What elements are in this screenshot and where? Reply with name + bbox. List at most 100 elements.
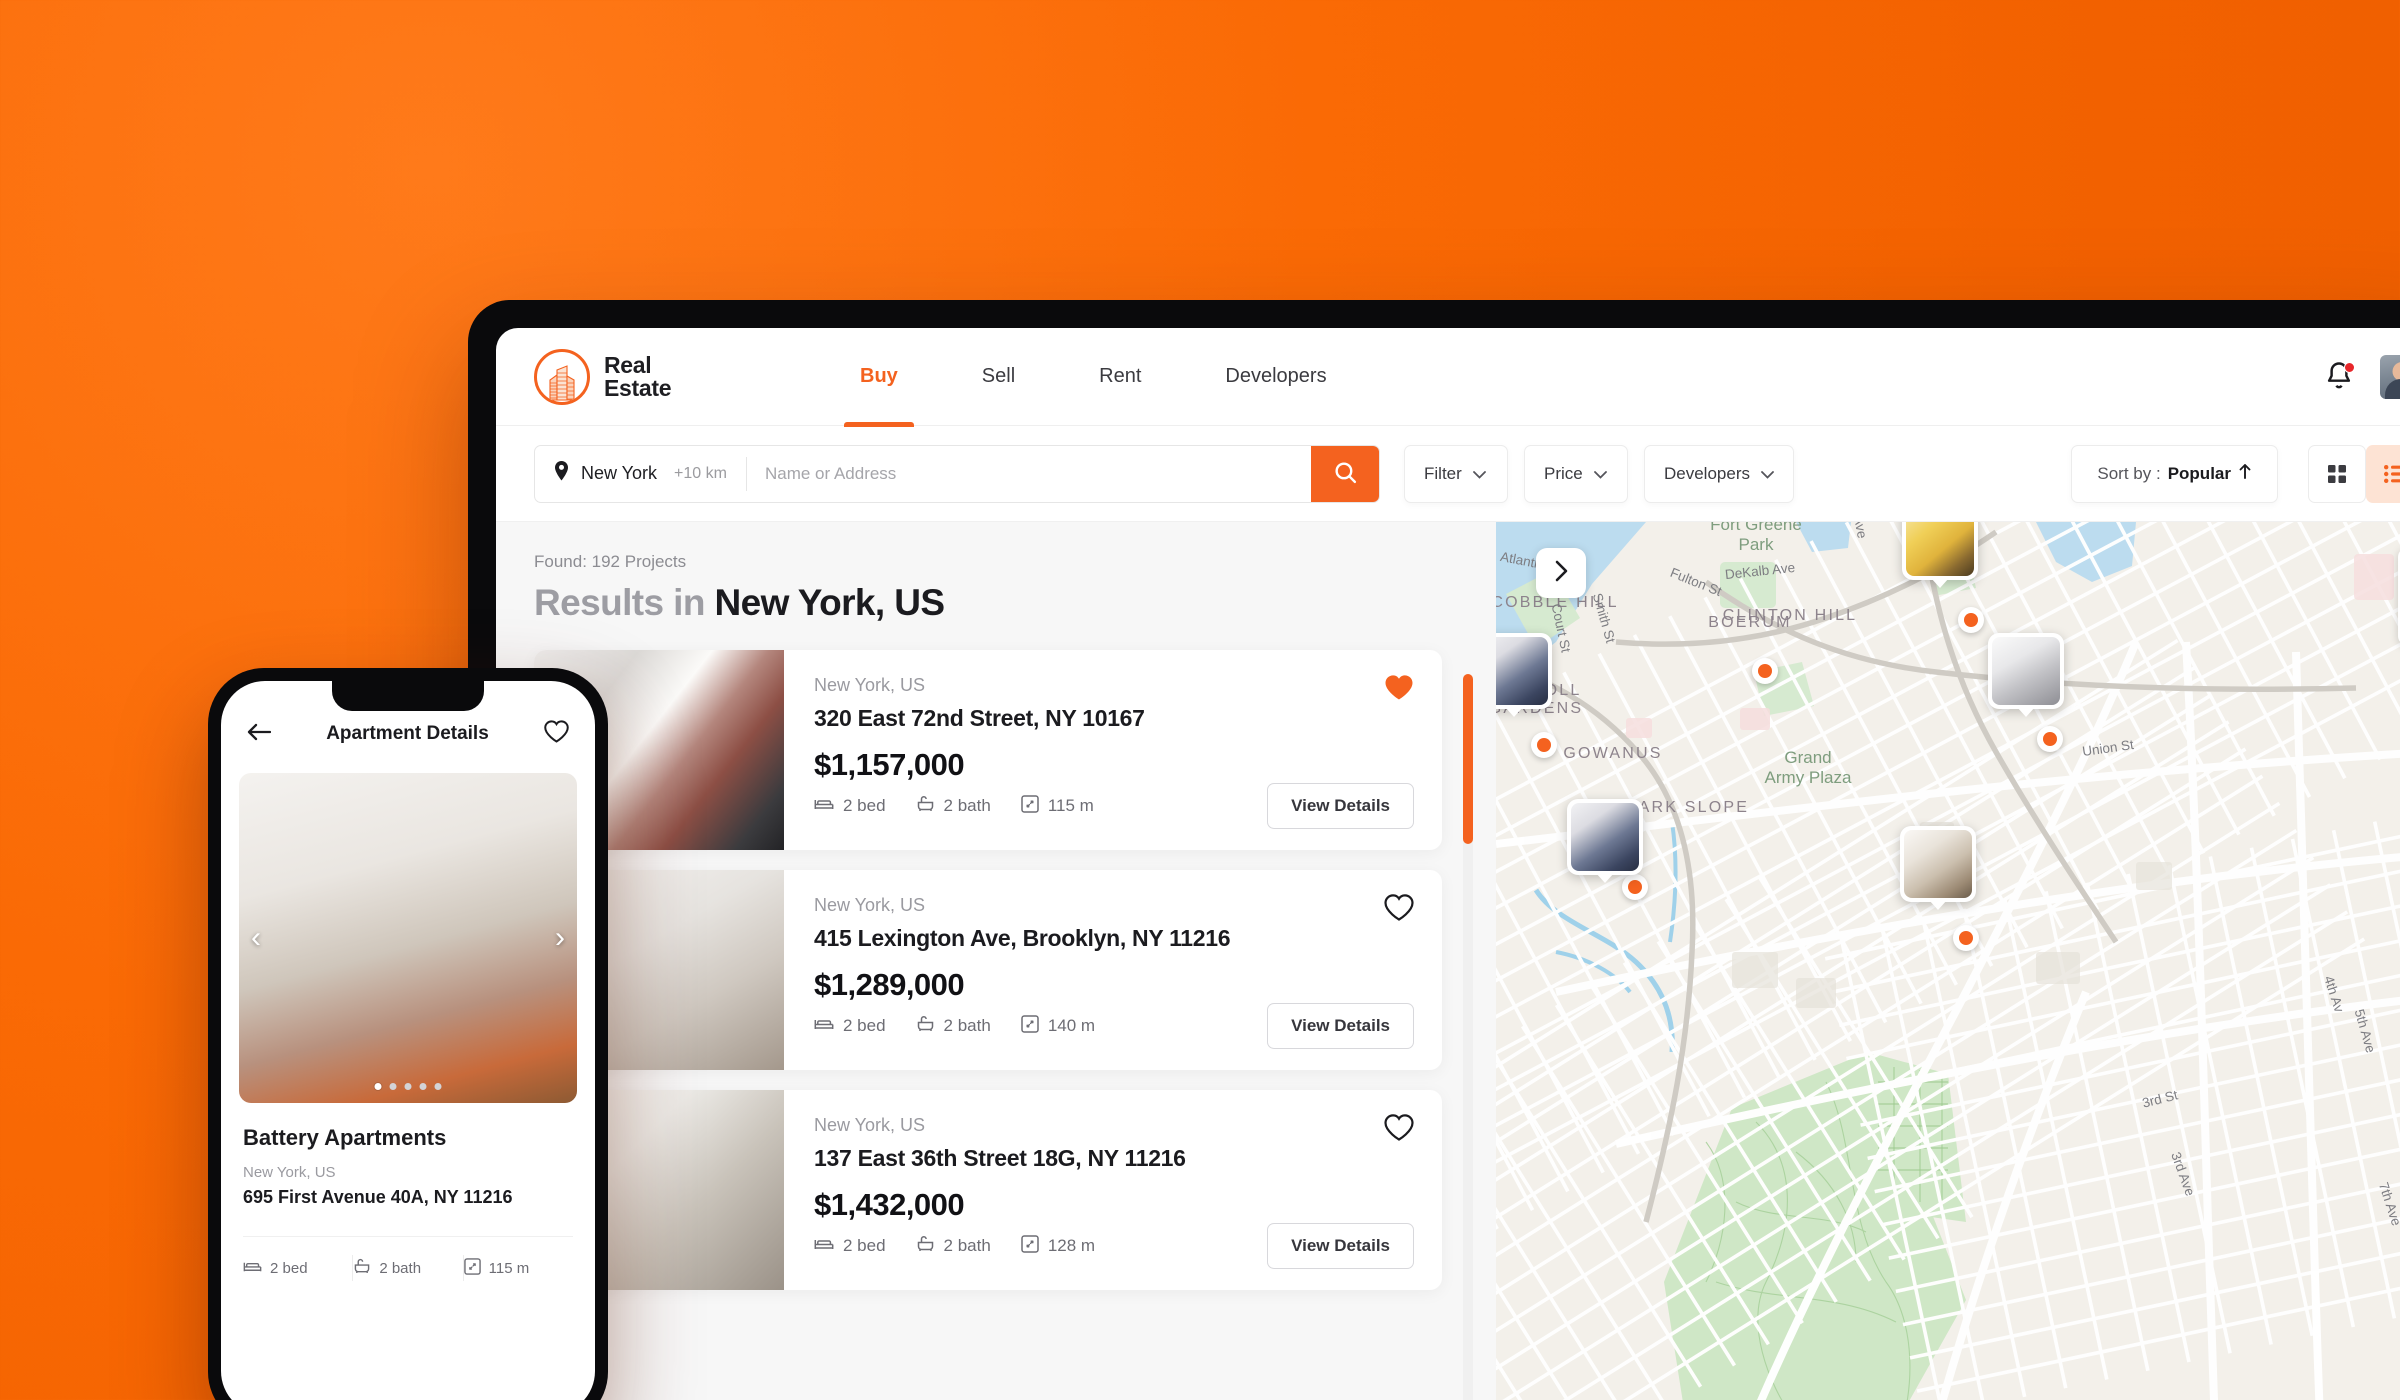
view-details-button[interactable]: View Details <box>1267 783 1414 829</box>
arrow-left-icon[interactable] <box>247 723 272 746</box>
map-pin-icon <box>553 460 570 487</box>
gallery-dot[interactable] <box>404 1083 412 1090</box>
developers-chip[interactable]: Developers <box>1644 444 1794 503</box>
chevron-right-icon <box>1554 560 1568 587</box>
chevron-down-icon <box>1472 464 1486 484</box>
favorite-heart-icon[interactable] <box>1384 674 1414 706</box>
bath-icon <box>353 1258 371 1278</box>
gallery-dot[interactable] <box>374 1083 382 1090</box>
map-pin[interactable] <box>2037 726 2063 752</box>
favorite-heart-icon[interactable] <box>1384 1114 1414 1146</box>
sort-value: Popular <box>2167 463 2231 483</box>
phone-area: 115 m <box>463 1257 573 1279</box>
listing-beds: 2 bed <box>814 1016 886 1037</box>
developers-chip-label: Developers <box>1664 463 1750 483</box>
phone-listing-meta: 2 bed 2 bath 115 m <box>243 1236 573 1281</box>
price-chip[interactable]: Price <box>1524 444 1628 503</box>
listing-beds: 2 bed <box>814 1236 886 1257</box>
listing-card[interactable]: New York, US 137 East 36th Street 18G, N… <box>534 1090 1442 1290</box>
price-chip-label: Price <box>1544 463 1583 483</box>
location-selector[interactable]: New York <box>535 460 674 487</box>
chevron-right-icon[interactable]: › <box>555 923 565 953</box>
listing-baths: 2 bath <box>916 1235 991 1257</box>
listing-city: New York, US <box>814 895 926 915</box>
map-pin[interactable] <box>1953 925 1979 951</box>
map-photo-marker-image <box>1496 637 1548 705</box>
scrollbar-thumb[interactable] <box>1463 674 1473 844</box>
listing-baths: 2 bath <box>916 795 991 817</box>
map-photo-marker-image <box>1906 522 1974 576</box>
listing-baths: 2 bath <box>916 1015 991 1037</box>
gallery-dot[interactable] <box>389 1083 397 1090</box>
phone-photo-gallery[interactable]: ‹ › <box>239 773 577 1103</box>
map-photo-marker[interactable] <box>1988 633 2064 709</box>
map-photo-marker[interactable] <box>1900 826 1976 902</box>
filter-chips: Filter Price Developers <box>1404 444 1794 503</box>
bath-icon <box>916 795 935 817</box>
heart-icon[interactable] <box>544 720 569 748</box>
search-button[interactable] <box>1311 445 1379 502</box>
map-panel[interactable]: DUMBOBROOKLYN NAVY YARDBRIDGE PLAZADOWNT… <box>1496 522 2400 1400</box>
map-pin-dot <box>1537 738 1551 752</box>
filter-chip-label: Filter <box>1424 463 1462 483</box>
listing-price: $1,157,000 <box>814 747 965 782</box>
listing-address: 137 East 36th Street 18G, NY 11216 <box>814 1145 1186 1171</box>
filter-chip[interactable]: Filter <box>1404 444 1508 503</box>
map-photo-marker[interactable] <box>1496 633 1552 709</box>
grid-view-icon[interactable] <box>2308 444 2366 503</box>
brand-logo[interactable]: Real Estate <box>534 348 784 405</box>
view-details-button[interactable]: View Details <box>1267 1223 1414 1269</box>
collapse-map-button[interactable] <box>1536 548 1586 598</box>
map-photo-marker-image <box>1904 830 1972 898</box>
browser-screen: Real Estate Buy Sell Rent Developers New… <box>496 328 2400 1400</box>
phone-listing-info: Battery Apartments New York, US 695 Firs… <box>221 1103 595 1208</box>
bell-icon[interactable] <box>2324 361 2355 393</box>
building-logo-icon <box>534 348 590 405</box>
tab-developers[interactable]: Developers <box>1183 328 1368 426</box>
results-scrollbar[interactable] <box>1463 674 1473 1400</box>
favorite-heart-icon[interactable] <box>1384 894 1414 926</box>
gallery-dot[interactable] <box>419 1083 427 1090</box>
listing-meta: 2 bed 2 bath 128 m View Details <box>814 1223 1414 1269</box>
bath-icon <box>916 1015 935 1037</box>
listing-area: 140 m <box>1021 1014 1095 1038</box>
tab-rent[interactable]: Rent <box>1057 328 1183 426</box>
map-pin[interactable] <box>1531 732 1557 758</box>
sort-by-control[interactable]: Sort by : Popular <box>2071 444 2278 503</box>
map-photo-marker[interactable] <box>1902 522 1978 580</box>
listing-price: $1,432,000 <box>814 1187 965 1222</box>
bed-icon <box>814 1236 834 1257</box>
listing-card[interactable]: New York, US 320 East 72nd Street, NY 10… <box>534 650 1442 850</box>
gallery-dots[interactable] <box>374 1083 442 1090</box>
list-view-icon[interactable] <box>2366 444 2400 503</box>
top-navbar: Real Estate Buy Sell Rent Developers <box>496 328 2400 427</box>
view-details-button[interactable]: View Details <box>1267 1003 1414 1049</box>
map-pin-dot <box>1628 880 1642 894</box>
map-pin-dot <box>1959 931 1973 945</box>
map-pin[interactable] <box>1622 874 1648 900</box>
avatar[interactable] <box>2380 354 2400 399</box>
tab-buy[interactable]: Buy <box>818 328 940 427</box>
bath-icon <box>916 1235 935 1257</box>
tab-sell[interactable]: Sell <box>940 328 1057 426</box>
map-pin[interactable] <box>1752 658 1778 684</box>
area-icon <box>463 1257 481 1279</box>
listing-card[interactable]: New York, US 415 Lexington Ave, Brooklyn… <box>534 870 1442 1070</box>
map-photo-marker[interactable] <box>1567 799 1643 875</box>
map-photo-marker-image <box>1571 803 1639 871</box>
phone-listing-name: Battery Apartments <box>243 1125 447 1150</box>
area-icon <box>1021 1234 1039 1258</box>
listing-info: New York, US 137 East 36th Street 18G, N… <box>784 1090 1442 1290</box>
listing-city: New York, US <box>814 675 926 695</box>
chevron-left-icon[interactable]: ‹ <box>251 923 261 953</box>
map-pin[interactable] <box>1958 607 1984 633</box>
nav-tabs: Buy Sell Rent Developers <box>818 328 1369 427</box>
chevron-down-icon <box>1593 464 1607 484</box>
results-panel: Found: 192 Projects Results in New York,… <box>496 522 1496 1400</box>
bed-icon <box>814 796 834 817</box>
search-field-group: New York +10 km <box>534 444 1380 503</box>
search-input[interactable] <box>746 445 1311 502</box>
search-icon <box>1333 460 1358 488</box>
nav-right-actions <box>2324 354 2400 399</box>
gallery-dot[interactable] <box>434 1083 442 1090</box>
